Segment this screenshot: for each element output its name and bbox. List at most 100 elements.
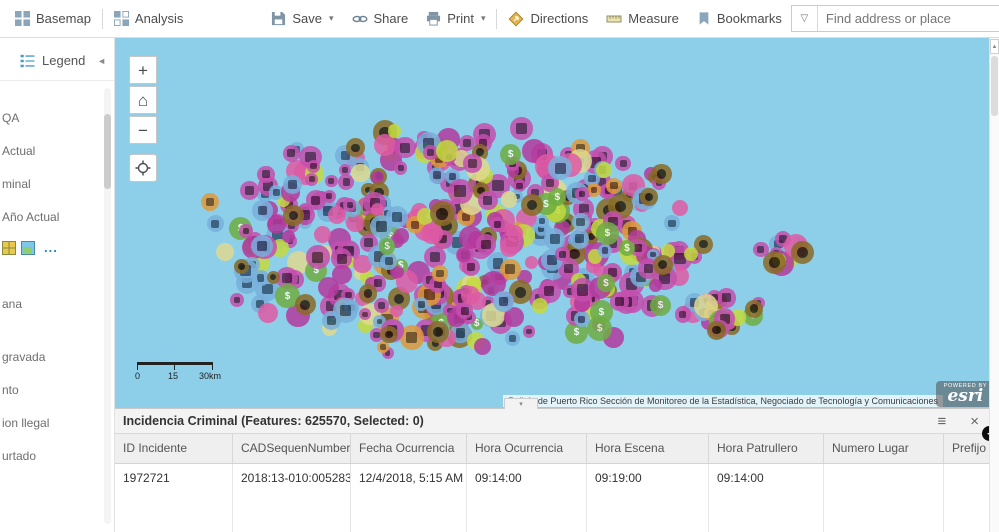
column-header[interactable]: Fecha Ocurrencia [351,434,467,463]
incident-marker[interactable] [200,192,220,212]
incident-marker[interactable] [283,205,304,226]
incident-marker[interactable] [456,248,471,262]
table-close-icon[interactable]: × [970,413,979,430]
incident-marker[interactable] [250,235,273,257]
table-row[interactable]: 1972721 2018:13-010:005283 12/4/2018, 5:15… [115,464,999,492]
scroll-up-icon[interactable]: ▲ [990,39,999,54]
incident-marker[interactable] [475,234,497,255]
incident-marker[interactable] [500,191,518,208]
incident-marker[interactable] [652,254,673,275]
incident-marker[interactable]: $ [596,222,619,245]
incident-marker[interactable] [521,194,543,216]
incident-marker[interactable] [548,156,572,180]
print-button[interactable]: Print ▾ [417,0,494,37]
layer-thumbnail-icon[interactable] [21,241,35,255]
search-input[interactable] [817,6,999,31]
column-header[interactable]: ID Incidente [115,434,233,463]
incident-marker[interactable] [305,172,319,186]
incident-marker[interactable] [571,213,590,231]
map[interactable]: $$$$$$$$$$$$$$$$$$$$$$$$$ + ⌂ − 0 15 30k… [115,38,999,408]
locate-button[interactable] [129,154,157,182]
incident-marker[interactable] [606,177,623,194]
incident-marker[interactable] [206,215,224,233]
incident-marker[interactable]: $ [378,238,396,255]
incident-marker[interactable] [252,200,273,221]
incident-marker[interactable] [390,304,404,318]
collapse-panel-icon[interactable]: ◄ [97,56,106,66]
page-scrollbar[interactable]: ▲ [989,38,999,532]
column-header[interactable]: CADSequenNumber [233,434,351,463]
incident-marker[interactable] [257,165,275,184]
incident-marker[interactable] [393,161,408,175]
incident-marker[interactable]: $ [597,274,615,292]
incident-marker[interactable] [706,320,726,340]
analysis-button[interactable]: Analysis [105,0,192,37]
incident-marker[interactable] [393,228,410,244]
incident-marker[interactable] [649,278,663,293]
incident-marker[interactable] [429,201,455,227]
incident-marker[interactable] [684,247,698,262]
share-button[interactable]: Share [343,0,418,37]
save-button[interactable]: Save ▾ [262,0,342,37]
column-header[interactable]: Numero Lugar [824,434,944,463]
incident-marker[interactable] [239,180,260,201]
more-options-icon[interactable]: ... [44,241,58,254]
table-options-icon[interactable]: ≡ [937,413,946,430]
incident-marker[interactable] [305,245,330,269]
incident-marker[interactable] [216,242,235,261]
incident-marker[interactable] [524,256,538,270]
incident-marker[interactable] [745,299,764,318]
incident-marker[interactable] [431,265,449,283]
incident-marker[interactable] [531,297,549,315]
incident-marker[interactable] [294,294,316,316]
incident-marker[interactable] [428,167,446,184]
incident-marker[interactable] [305,190,326,211]
page-scrollbar-thumb[interactable] [991,56,998,116]
column-header[interactable]: Hora Ocurrencia [467,434,587,463]
incident-marker[interactable] [282,144,300,162]
incident-marker[interactable] [615,155,631,171]
sidebar-scrollbar-thumb[interactable] [104,114,111,189]
zoom-out-button[interactable]: − [129,116,157,144]
incident-marker[interactable] [370,214,394,238]
bookmarks-button[interactable]: Bookmarks [688,0,791,37]
directions-button[interactable]: Directions [499,0,597,37]
incident-marker[interactable] [672,199,689,216]
layer-thumbnail-icon[interactable] [2,241,16,255]
incident-marker[interactable] [555,246,570,262]
incident-marker[interactable] [640,188,658,206]
incident-marker[interactable] [351,163,370,183]
incident-marker[interactable] [460,285,480,305]
incident-marker[interactable] [510,117,533,140]
incident-marker[interactable] [380,325,398,344]
incident-marker[interactable] [478,191,498,211]
incident-marker[interactable] [463,154,482,173]
incident-marker[interactable] [505,331,521,347]
incident-marker[interactable] [674,306,691,323]
column-header[interactable]: Hora Patrullero [709,434,824,463]
incident-marker[interactable] [569,228,590,249]
incident-marker[interactable] [522,325,536,338]
incident-marker[interactable] [234,258,249,274]
basemap-button[interactable]: Basemap [6,0,100,37]
incident-marker[interactable] [651,163,672,185]
incident-marker[interactable] [282,174,303,194]
column-header[interactable]: Hora Escena [587,434,709,463]
incident-marker[interactable] [499,237,520,257]
incident-marker[interactable] [598,243,613,258]
incident-marker[interactable] [435,139,458,162]
incident-marker[interactable] [373,298,389,314]
incident-marker[interactable] [573,311,590,328]
incident-marker[interactable] [790,240,815,265]
incident-marker[interactable] [427,321,449,343]
incident-marker[interactable] [266,270,280,284]
incident-marker[interactable] [394,136,416,159]
incident-marker[interactable] [345,138,365,158]
incident-marker[interactable] [333,298,359,324]
incident-marker[interactable]: $ [649,294,672,317]
geocoder-dropdown-button[interactable]: ▽ [791,6,818,31]
incident-marker[interactable] [230,293,245,308]
incident-marker[interactable] [447,178,473,204]
incident-marker[interactable] [664,215,680,232]
zoom-in-button[interactable]: + [129,56,157,84]
